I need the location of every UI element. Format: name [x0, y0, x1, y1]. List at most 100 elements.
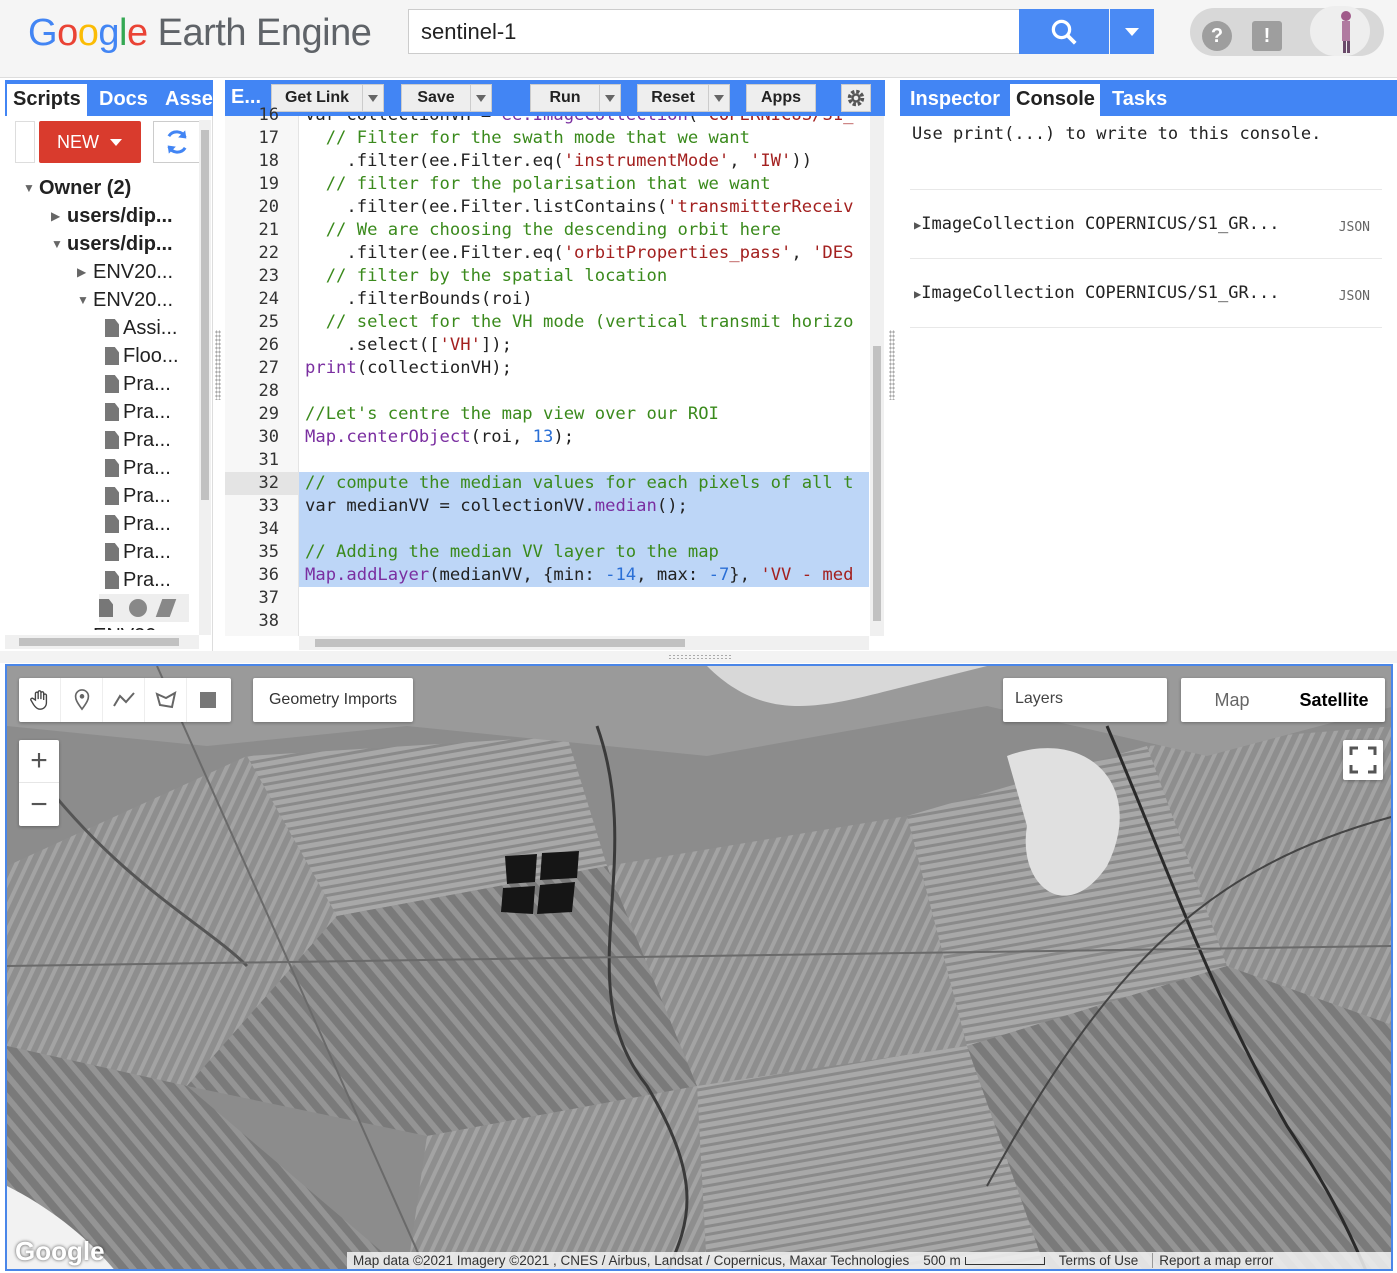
- code-line[interactable]: [299, 449, 869, 472]
- right-splitter[interactable]: [889, 330, 895, 400]
- get-link-dropdown[interactable]: [362, 84, 384, 112]
- code-line[interactable]: // select for the VH mode (vertical tran…: [299, 311, 869, 334]
- tree-item[interactable]: Pra...: [105, 454, 171, 482]
- chevron-right-icon[interactable]: ▶: [77, 265, 93, 279]
- code-line[interactable]: print(collectionVH);: [299, 357, 869, 380]
- code-line[interactable]: // Adding the median VV layer to the map: [299, 541, 869, 564]
- apps-button[interactable]: Apps: [746, 84, 816, 112]
- tree-item[interactable]: Floo...: [105, 342, 179, 370]
- report-map-error-link[interactable]: Report a map error: [1152, 1253, 1274, 1268]
- feedback-icon[interactable]: !: [1252, 21, 1282, 51]
- tab-inspector[interactable]: Inspector: [904, 84, 1006, 116]
- chevron-right-icon[interactable]: ▶: [77, 629, 93, 630]
- layers-button[interactable]: Layers: [1003, 678, 1167, 722]
- tree-item[interactable]: Pra...: [105, 426, 171, 454]
- tree-item[interactable]: ▶ ENV20...: [77, 258, 173, 286]
- map-view[interactable]: Geometry Imports Layers Map Satellite + …: [5, 664, 1393, 1271]
- console-entry[interactable]: ▶ImageCollection COPERNICUS/S1_GR... JSO…: [910, 258, 1382, 324]
- scripts-scrollbar[interactable]: [199, 120, 211, 635]
- geometry-imports-button[interactable]: Geometry Imports: [253, 678, 413, 722]
- left-splitter[interactable]: [215, 330, 221, 400]
- code-line[interactable]: // Filter for the swath mode that we wan…: [299, 127, 869, 150]
- code-line[interactable]: // We are choosing the descending orbit …: [299, 219, 869, 242]
- code-area[interactable]: var collectionVH = ee.ImageCollection('C…: [299, 116, 869, 636]
- search-button[interactable]: [1019, 9, 1109, 54]
- tree-item[interactable]: Pra...: [105, 510, 171, 538]
- avatar[interactable]: [1310, 6, 1370, 56]
- draw-polygon-icon[interactable]: [145, 678, 187, 722]
- map-splitter[interactable]: [0, 651, 1397, 663]
- chevron-right-icon[interactable]: ▶: [51, 209, 67, 223]
- code-line[interactable]: [299, 587, 869, 610]
- tree-item[interactable]: Pra...: [105, 566, 171, 594]
- tree-item[interactable]: [99, 594, 189, 622]
- code-line[interactable]: // filter for the polarisation that we w…: [299, 173, 869, 196]
- save-button[interactable]: Save: [401, 84, 471, 112]
- map-type-satellite[interactable]: Satellite: [1283, 678, 1385, 722]
- draw-line-icon[interactable]: [103, 678, 145, 722]
- json-toggle[interactable]: JSON: [1339, 220, 1370, 235]
- chevron-down-icon[interactable]: ▼: [23, 181, 39, 195]
- tree-item[interactable]: Pra...: [105, 370, 171, 398]
- code-line[interactable]: .select(['VH']);: [299, 334, 869, 357]
- script-filter-input[interactable]: [15, 121, 35, 163]
- terms-link[interactable]: Terms of Use: [1059, 1253, 1139, 1268]
- code-line[interactable]: [299, 380, 869, 403]
- tree-item[interactable]: ▶ users/dip...: [51, 202, 173, 230]
- code-line[interactable]: var collectionVH = ee.ImageCollection('C…: [299, 116, 869, 127]
- map-type-map[interactable]: Map: [1181, 678, 1283, 722]
- scripts-hscrollbar[interactable]: [5, 635, 199, 649]
- refresh-button[interactable]: [153, 121, 201, 163]
- tab-console[interactable]: Console: [1010, 84, 1100, 116]
- tree-item[interactable]: ▼ users/dip...: [51, 230, 173, 258]
- scale-label[interactable]: 500 m: [923, 1253, 961, 1268]
- tree-item[interactable]: ▼ Owner (2): [23, 174, 131, 202]
- tab-assets[interactable]: Asse: [159, 84, 213, 116]
- chevron-down-icon[interactable]: ▼: [51, 237, 67, 251]
- zoom-in-button[interactable]: +: [19, 740, 59, 783]
- reset-dropdown[interactable]: [708, 84, 730, 112]
- chevron-down-icon[interactable]: ▼: [77, 293, 93, 307]
- pan-hand-icon[interactable]: [19, 678, 61, 722]
- earth-engine-logo[interactable]: Google Earth Engine: [28, 12, 372, 55]
- run-button[interactable]: Run: [530, 84, 600, 112]
- new-script-button[interactable]: NEW: [39, 121, 141, 163]
- draw-rectangle-icon[interactable]: [187, 678, 229, 722]
- code-line[interactable]: Map.addLayer(medianVV, {min: -14, max: -…: [299, 564, 869, 587]
- code-line[interactable]: .filter(ee.Filter.listContains('transmit…: [299, 196, 869, 219]
- code-line[interactable]: Map.centerObject(roi, 13);: [299, 426, 869, 449]
- editor-hscrollbar[interactable]: [299, 636, 869, 650]
- fullscreen-button[interactable]: [1343, 740, 1383, 780]
- console-entry[interactable]: ▶ImageCollection COPERNICUS/S1_GR... JSO…: [910, 189, 1382, 255]
- tree-item[interactable]: ▶ENV20: [77, 622, 156, 631]
- code-line[interactable]: .filter(ee.Filter.eq('instrumentMode', '…: [299, 150, 869, 173]
- add-marker-icon[interactable]: [61, 678, 103, 722]
- code-line[interactable]: // filter by the spatial location: [299, 265, 869, 288]
- editor-vscrollbar[interactable]: [870, 116, 884, 636]
- search-options-button[interactable]: [1110, 9, 1154, 54]
- code-line[interactable]: //Let's centre the map view over our ROI: [299, 403, 869, 426]
- search-input[interactable]: sentinel-1: [408, 9, 1020, 54]
- json-toggle[interactable]: JSON: [1339, 289, 1370, 304]
- settings-button[interactable]: [841, 84, 871, 112]
- help-icon[interactable]: ?: [1202, 21, 1232, 51]
- code-line[interactable]: [299, 610, 869, 633]
- code-line[interactable]: [299, 518, 869, 541]
- edit-pencil-icon[interactable]: [155, 599, 177, 617]
- tree-item[interactable]: Pra...: [105, 482, 171, 510]
- code-line[interactable]: // compute the median values for each pi…: [299, 472, 869, 495]
- code-line[interactable]: .filterBounds(roi): [299, 288, 869, 311]
- tree-item[interactable]: Pra...: [105, 398, 171, 426]
- tab-tasks[interactable]: Tasks: [1106, 84, 1176, 116]
- get-link-button[interactable]: Get Link: [271, 84, 363, 112]
- tab-scripts[interactable]: Scripts: [7, 84, 87, 116]
- code-line[interactable]: .filter(ee.Filter.eq('orbitProperties_pa…: [299, 242, 869, 265]
- history-icon[interactable]: [129, 599, 147, 617]
- code-line[interactable]: var medianVV = collectionVV.median();: [299, 495, 869, 518]
- save-dropdown[interactable]: [470, 84, 492, 112]
- zoom-out-button[interactable]: −: [19, 783, 59, 826]
- reset-button[interactable]: Reset: [637, 84, 709, 112]
- tree-item[interactable]: Assi...: [105, 314, 177, 342]
- tab-docs[interactable]: Docs: [93, 84, 153, 116]
- tree-item[interactable]: ▼ ENV20...: [77, 286, 173, 314]
